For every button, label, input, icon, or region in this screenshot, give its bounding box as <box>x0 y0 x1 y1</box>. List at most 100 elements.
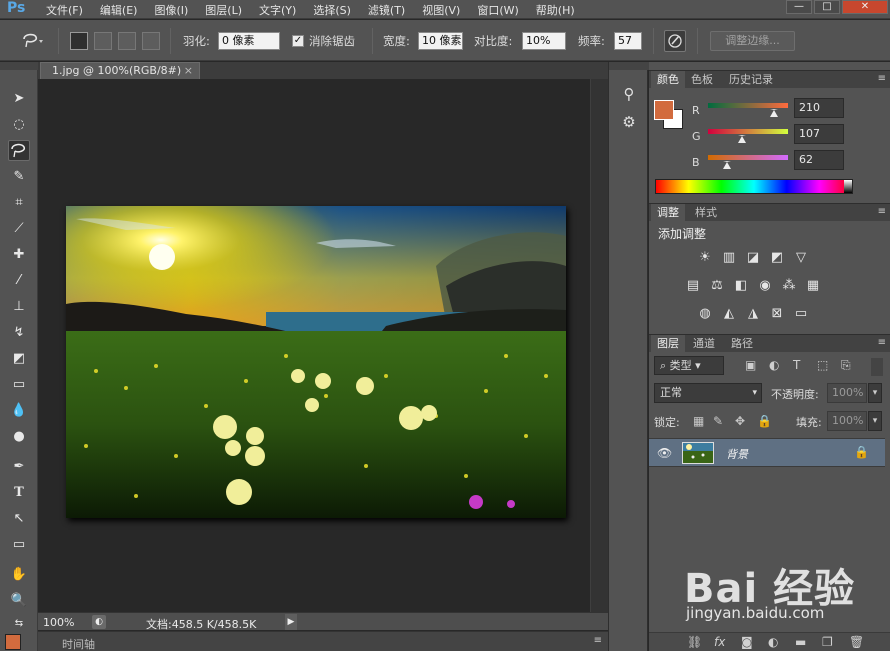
canvas-background[interactable] <box>38 79 590 612</box>
filter-shape-icon[interactable]: ⬚ <box>817 358 828 372</box>
panel-grip[interactable] <box>609 62 649 70</box>
opacity-input[interactable]: 100% <box>827 383 867 403</box>
blend-mode-select[interactable]: 正常 ▾ <box>654 383 762 403</box>
subtract-selection-icon[interactable] <box>118 32 136 50</box>
eyedropper-tool-icon[interactable]: ⟋ <box>8 218 30 239</box>
canvas-image[interactable] <box>66 206 566 518</box>
gradient-tool-icon[interactable]: ▭ <box>8 374 30 395</box>
channel-input-b[interactable]: 62 <box>794 150 844 170</box>
slider-track-g[interactable] <box>708 129 788 134</box>
lock-position-icon[interactable]: ✥ <box>735 414 745 428</box>
slider-track-r[interactable] <box>708 103 788 108</box>
threshold-icon[interactable]: ◮ <box>744 305 762 323</box>
clone-stamp-tool-icon[interactable]: ⊥ <box>8 296 30 317</box>
delete-layer-icon[interactable]: 🗑 <box>849 635 864 649</box>
maximize-button[interactable]: □ <box>814 0 840 14</box>
tab-adjustments[interactable]: 调整 <box>651 204 685 222</box>
antialias-checkbox[interactable]: ✓ <box>292 35 304 47</box>
move-tool-icon[interactable]: ➤ <box>8 88 30 109</box>
panel-menu-icon[interactable]: ≡ <box>878 337 886 348</box>
curves-icon[interactable]: ◪ <box>744 249 762 267</box>
history-brush-tool-icon[interactable]: ↯ <box>8 322 30 343</box>
tab-layers[interactable]: 图层 <box>651 335 685 353</box>
filter-pixel-icon[interactable]: ▣ <box>745 358 756 372</box>
photo-filter-icon[interactable]: ◉ <box>756 277 774 295</box>
lock-transparent-icon[interactable]: ▦ <box>693 414 704 428</box>
vertical-scrollbar[interactable] <box>590 79 608 612</box>
new-selection-icon[interactable] <box>70 32 88 50</box>
spectrum-black-white[interactable] <box>844 180 852 193</box>
filter-adjustment-icon[interactable]: ◐ <box>769 358 779 372</box>
document-tab[interactable]: 1.jpg @ 100%(RGB/8#) × <box>40 62 200 79</box>
color-spectrum[interactable] <box>655 179 853 194</box>
crop-tool-icon[interactable]: ⌗ <box>8 192 30 213</box>
levels-icon[interactable]: ▥ <box>720 249 738 267</box>
panel-menu-icon[interactable]: ≡ <box>878 206 886 217</box>
quick-selection-tool-icon[interactable]: ✎ <box>8 166 30 187</box>
layer-filter-select[interactable]: ⌕ 类型 ▾ <box>654 356 724 375</box>
timeline-label[interactable]: 时间轴 <box>62 636 95 651</box>
exposure-icon[interactable]: ◩ <box>768 249 786 267</box>
brightness-icon[interactable]: ☀ <box>696 249 714 267</box>
hue-saturation-icon[interactable]: ▤ <box>684 277 702 295</box>
feather-input[interactable]: 0 像素 <box>218 32 280 50</box>
menu-filter[interactable]: 滤镜(T) <box>368 2 413 18</box>
minimize-button[interactable]: — <box>786 0 812 14</box>
new-layer-icon[interactable]: ❐ <box>822 635 833 649</box>
tool-presets-icon[interactable]: ⚙ <box>619 112 639 132</box>
refine-edge-button[interactable]: 调整边缘... <box>710 31 795 51</box>
panel-menu-icon[interactable]: ≡ <box>594 635 602 646</box>
menu-select[interactable]: 选择(S) <box>313 2 359 18</box>
visibility-eye-icon[interactable]: 👁 <box>657 446 672 460</box>
tablet-pressure-icon[interactable] <box>664 30 686 52</box>
layer-style-icon[interactable]: fx <box>714 635 725 649</box>
menu-image[interactable]: 图像(I) <box>154 2 196 18</box>
blur-tool-icon[interactable]: 💧 <box>8 400 30 421</box>
channel-input-g[interactable]: 107 <box>794 124 844 144</box>
magnetic-lasso-preset-icon[interactable] <box>20 30 46 48</box>
layer-name[interactable]: 背景 <box>726 446 748 462</box>
tab-swatches[interactable]: 色板 <box>685 71 719 89</box>
eraser-tool-icon[interactable]: ◩ <box>8 348 30 369</box>
foreground-color-swatch[interactable] <box>5 634 21 650</box>
pen-tool-icon[interactable]: ✒ <box>8 456 30 477</box>
slider-thumb-g[interactable] <box>737 135 746 143</box>
brush-presets-icon[interactable]: ⚲ <box>619 84 639 104</box>
menu-file[interactable]: 文件(F) <box>46 2 91 18</box>
tab-paths[interactable]: 路径 <box>725 335 759 353</box>
width-input[interactable]: 10 像素 <box>418 32 463 50</box>
opacity-dropdown-icon[interactable]: ▾ <box>868 383 882 403</box>
selective-color-icon[interactable]: ⊠ <box>768 305 786 323</box>
lock-pixels-icon[interactable]: ✎ <box>713 414 723 428</box>
panel-grip[interactable] <box>0 62 38 70</box>
slider-thumb-b[interactable] <box>723 161 732 169</box>
dodge-tool-icon[interactable]: ● <box>8 426 30 447</box>
gradient-map-icon[interactable]: ▭ <box>792 305 810 323</box>
tab-history[interactable]: 历史记录 <box>723 71 779 89</box>
contrast-input[interactable]: 10% <box>522 32 566 50</box>
color-balance-icon[interactable]: ⚖ <box>708 277 726 295</box>
menu-type[interactable]: 文字(Y) <box>259 2 304 18</box>
tab-styles[interactable]: 样式 <box>689 204 723 222</box>
hand-tool-icon[interactable]: ✋ <box>8 564 30 585</box>
filter-smart-object-icon[interactable]: ⎘ <box>841 358 851 373</box>
zoom-level[interactable]: 100% <box>43 616 74 629</box>
fill-input[interactable]: 100% <box>827 411 867 431</box>
add-to-selection-icon[interactable] <box>94 32 112 50</box>
menu-help[interactable]: 帮助(H) <box>536 2 583 18</box>
new-adjustment-layer-icon[interactable]: ◐ <box>768 635 778 649</box>
tab-color[interactable]: 颜色 <box>651 71 685 89</box>
zoom-tool-icon[interactable]: 🔍 <box>8 590 30 611</box>
menu-edit[interactable]: 编辑(E) <box>100 2 146 18</box>
black-white-icon[interactable]: ◧ <box>732 277 750 295</box>
channel-input-r[interactable]: 210 <box>794 98 844 118</box>
type-tool-icon[interactable]: T <box>8 482 30 503</box>
close-tab-icon[interactable]: × <box>184 63 193 79</box>
menu-window[interactable]: 窗口(W) <box>477 2 526 18</box>
menu-layer[interactable]: 图层(L) <box>205 2 250 18</box>
rectangle-tool-icon[interactable]: ▭ <box>8 534 30 555</box>
filter-type-icon[interactable]: T <box>793 358 800 372</box>
frequency-input[interactable]: 57 <box>614 32 642 50</box>
panel-menu-icon[interactable]: ≡ <box>878 73 886 84</box>
share-icon[interactable]: ◐ <box>92 615 106 629</box>
